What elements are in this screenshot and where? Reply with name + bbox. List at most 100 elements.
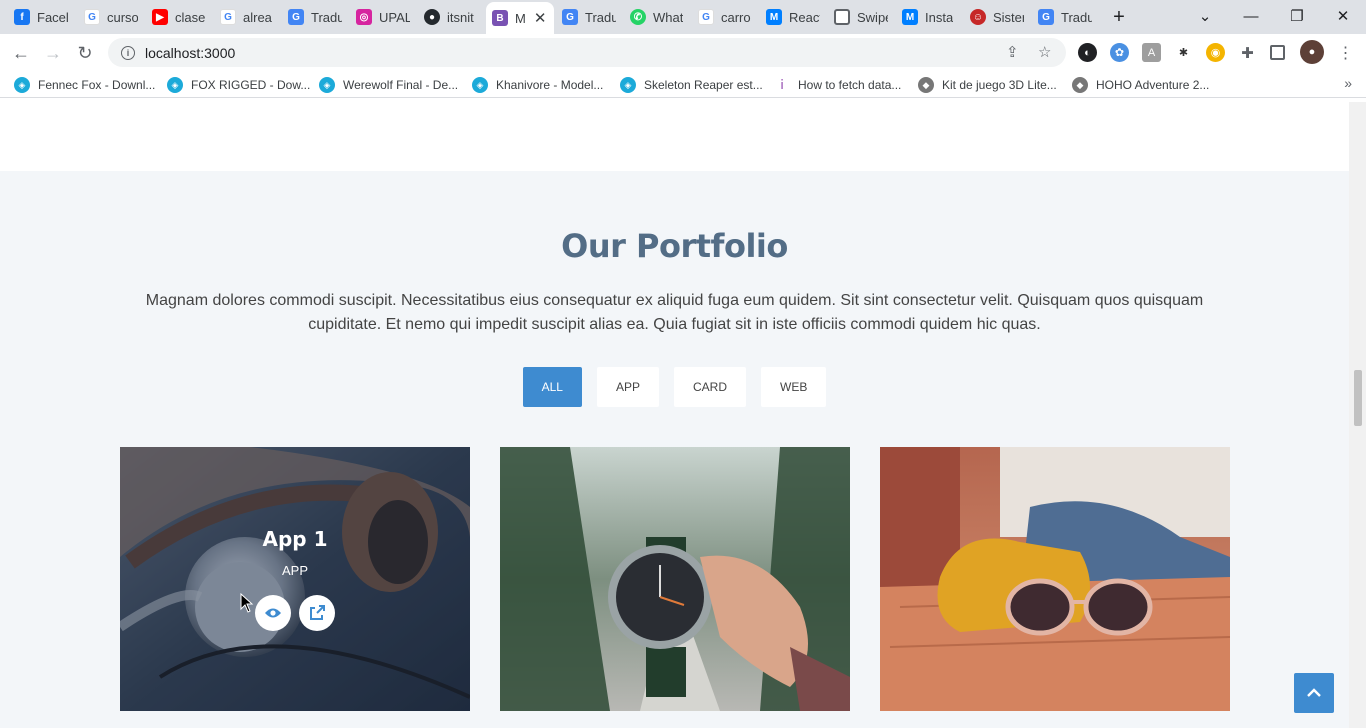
avatar[interactable]: ●: [1300, 40, 1324, 64]
filter-card[interactable]: CARD: [674, 367, 747, 407]
close-window-button[interactable]: ✕: [1320, 0, 1366, 32]
address-bar[interactable]: i localhost:3000 ⇪ ☆: [108, 38, 1066, 67]
portfolio-filters: ALL APP CARD WEB: [0, 367, 1349, 407]
section-description: Magnam dolores commodi suscipit. Necessi…: [145, 292, 1204, 333]
extension-icon[interactable]: ◐: [1078, 43, 1097, 62]
bookmark[interactable]: ◈ Skeleton Reaper est...: [620, 76, 763, 94]
unity-icon: ◆: [918, 77, 934, 93]
bookmark[interactable]: ◆ HOHO Adventure 2...: [1072, 76, 1209, 94]
restore-button[interactable]: ❐: [1274, 0, 1320, 32]
translate-icon: G: [288, 9, 304, 25]
bookmark-star-icon[interactable]: ☆: [1038, 43, 1051, 61]
eye-icon: [265, 608, 281, 618]
preview-button[interactable]: [255, 595, 291, 631]
site-info-icon[interactable]: i: [121, 45, 135, 60]
extension-icon[interactable]: ✿: [1110, 43, 1129, 62]
back-button[interactable]: ←: [8, 40, 34, 66]
mui-icon: M: [766, 9, 782, 25]
portfolio-item[interactable]: [880, 447, 1230, 711]
tab[interactable]: ● itsnit: [418, 4, 484, 30]
page-scrollbar[interactable]: [1349, 102, 1366, 728]
github-icon: ●: [424, 9, 440, 25]
tab-active[interactable]: B M ✕: [486, 2, 554, 34]
menu-kebab-icon[interactable]: ⋮: [1336, 43, 1355, 62]
tab[interactable]: f Facel: [8, 4, 76, 30]
mui-icon: M: [902, 9, 918, 25]
bookmark[interactable]: ◈ Fennec Fox - Downl...: [14, 76, 155, 94]
bookmark[interactable]: ◆ Kit de juego 3D Lite...: [918, 76, 1057, 94]
reload-button[interactable]: ↻: [72, 40, 98, 66]
tab[interactable]: M React: [760, 4, 826, 30]
google-icon: G: [84, 9, 100, 25]
filter-web[interactable]: WEB: [761, 367, 827, 407]
chevron-up-icon: [1307, 688, 1321, 697]
tab[interactable]: G Tradu: [556, 4, 622, 30]
bookmark[interactable]: ⅰ How to fetch data...: [774, 76, 901, 94]
tab[interactable]: G Tradu: [282, 4, 348, 30]
item-category: APP: [281, 563, 308, 578]
tab-search-icon[interactable]: ⌄: [1182, 0, 1228, 32]
tab[interactable]: ☺ Sister: [964, 4, 1030, 30]
tab[interactable]: G carro: [692, 4, 758, 30]
facebook-icon: f: [14, 9, 30, 25]
tab[interactable]: G curso: [78, 4, 144, 30]
sketchfab-icon: ◈: [167, 77, 183, 93]
whatsapp-icon: ✆: [630, 9, 646, 25]
extension-icon[interactable]: A: [1142, 43, 1161, 62]
bookmark[interactable]: ◈ FOX RIGGED - Dow...: [167, 76, 310, 94]
tab-strip: f Facel G curso ▶ clase G alrea G Tradu …: [0, 0, 1366, 34]
new-tab-button[interactable]: +: [1105, 4, 1133, 30]
browser-toolbar: ← → ↻ i localhost:3000 ⇪ ☆ ◐ ✿ A ✱ ◉ ✚ ●…: [0, 34, 1366, 71]
bookmarks-bar: ◈ Fennec Fox - Downl... ◈ FOX RIGGED - Dow…: [0, 71, 1366, 98]
tab[interactable]: Swipe: [828, 4, 894, 30]
bookmark[interactable]: ◈ Khanivore - Model...: [472, 76, 603, 94]
item-title: App 1: [262, 527, 328, 551]
minimize-button[interactable]: —: [1228, 0, 1274, 32]
translate-icon: G: [562, 9, 578, 25]
hover-overlay: [120, 447, 470, 711]
section-title: Our Portfolio: [561, 227, 788, 265]
youtube-icon: ▶: [152, 9, 168, 25]
tab[interactable]: ✆ What: [624, 4, 690, 30]
close-tab-icon[interactable]: ✕: [534, 9, 547, 27]
scrollbar-thumb[interactable]: [1354, 370, 1362, 426]
external-link-icon: [310, 605, 325, 620]
instagram-icon: ◎: [356, 9, 372, 25]
wristwatch-image: [500, 447, 850, 711]
bootstrap-icon: B: [492, 10, 508, 26]
back-to-top-button[interactable]: [1294, 673, 1334, 713]
sketchfab-icon: ◈: [472, 77, 488, 93]
filter-app[interactable]: APP: [596, 367, 659, 407]
bookmark[interactable]: ◈ Werewolf Final - De...: [319, 76, 458, 94]
tab[interactable]: ◎ UPAL: [350, 4, 416, 30]
sunglasses-image: [880, 447, 1230, 711]
google-icon: G: [220, 9, 236, 25]
more-bookmarks-icon[interactable]: »: [1344, 75, 1352, 91]
url-text[interactable]: localhost:3000: [145, 45, 235, 61]
sketchfab-icon: ◈: [620, 77, 636, 93]
portfolio-section: Our Portfolio Magnam dolores commodi sus…: [0, 171, 1349, 728]
sister-icon: ☺: [970, 9, 986, 25]
google-icon: G: [698, 9, 714, 25]
page-viewport: Our Portfolio Magnam dolores commodi sus…: [0, 102, 1349, 728]
portfolio-item[interactable]: App 1 APP: [120, 447, 470, 711]
tab[interactable]: M Insta: [896, 4, 962, 30]
forward-button[interactable]: →: [40, 40, 66, 66]
extension-icon[interactable]: ◉: [1206, 43, 1225, 62]
tab[interactable]: G Tradu: [1032, 4, 1098, 30]
bug-extension-icon[interactable]: ✱: [1174, 43, 1193, 62]
share-icon[interactable]: ⇪: [1006, 43, 1019, 61]
tab[interactable]: G alrea: [214, 4, 280, 30]
translate-icon: G: [1038, 9, 1054, 25]
filter-all[interactable]: ALL: [522, 367, 582, 407]
article-icon: ⅰ: [774, 77, 790, 93]
sketchfab-icon: ◈: [319, 77, 335, 93]
portfolio-item[interactable]: [500, 447, 850, 711]
extensions-puzzle-icon[interactable]: ✚: [1238, 43, 1257, 62]
sketchfab-icon: ◈: [14, 77, 30, 93]
side-panel-icon[interactable]: [1270, 45, 1285, 60]
mouse-cursor-icon: [240, 593, 254, 613]
details-link-button[interactable]: [299, 595, 335, 631]
page-icon: [834, 9, 850, 25]
tab[interactable]: ▶ clase: [146, 4, 212, 30]
